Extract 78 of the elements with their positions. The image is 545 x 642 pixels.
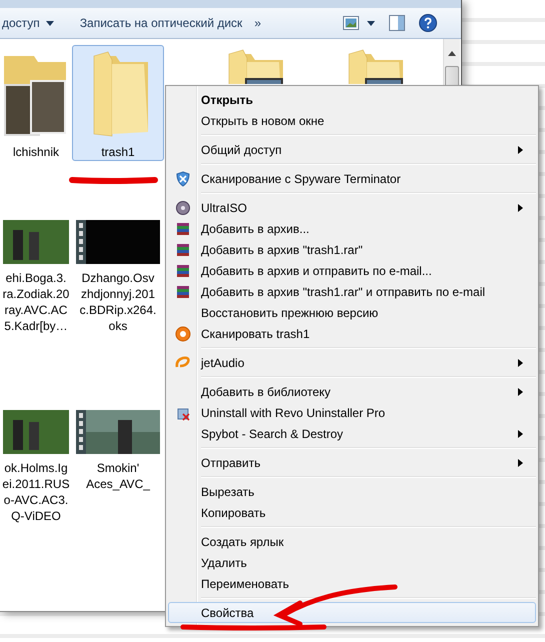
menu-item[interactable]: Свойства [168, 602, 536, 623]
disc-icon [175, 200, 191, 216]
stacked-books-icon [175, 220, 191, 236]
picture-icon [343, 16, 359, 30]
menu-item-label: Добавить в архив "trash1.rar" и отправить по e-mail [201, 284, 486, 298]
video-thumbnail-icon [76, 410, 160, 454]
menu-item[interactable]: Восстановить прежнюю версию [168, 302, 536, 323]
menu-item-label: Общий доступ [201, 142, 282, 156]
file-item[interactable]: Dzhango.Osv zhdjonnyj.201 c.BDRip.x264. oks [72, 215, 164, 335]
file-item[interactable]: Smokin' Aces_AVC_ [72, 405, 164, 493]
menu-item[interactable]: Добавить в библиотеку [168, 381, 536, 402]
help-icon[interactable] [419, 14, 437, 32]
stacked-books-icon [175, 284, 191, 300]
menu-item-label: Копировать [201, 506, 266, 520]
menu-item[interactable]: jetAudio [168, 352, 536, 373]
file-name: Dzhango.Osv zhdjonnyj.201 c.BDRip.x264. oks [80, 270, 156, 334]
menu-item[interactable]: Создать ярлык [168, 531, 536, 552]
menu-item-label: Сканировать trash1 [201, 326, 310, 340]
file-item[interactable]: ehi.Boga.3. ra.Zodiak.20 ray.AVC.AC 5.Kadr[by… [0, 215, 72, 335]
file-name: trash1 [101, 144, 135, 160]
menu-item[interactable]: Добавить в архив... [168, 218, 536, 239]
video-thumbnail-icon [76, 220, 160, 264]
file-name: lchishnik [12, 144, 60, 160]
file-name: ok.Holms.Ig ei.2011.RUS o-AVC.AC3. Q-ViDEO [2, 460, 70, 524]
overflow-button[interactable]: » [248, 13, 267, 33]
swirl-icon [175, 354, 191, 370]
menu-item[interactable]: Uninstall with Revo Uninstaller Pro [168, 402, 536, 423]
shield-icon [175, 170, 191, 186]
file-name: ehi.Boga.3. ra.Zodiak.20 ray.AVC.AC 5.Kadr[by… [2, 270, 70, 334]
menu-item-label: UltraISO [201, 200, 248, 214]
preview-pane-icon[interactable] [389, 15, 405, 31]
menu-item-label: Переименовать [201, 576, 289, 590]
toolbar-dropdown[interactable]: доступ [0, 13, 60, 33]
caret-icon [46, 20, 54, 26]
toolbar-button[interactable]: Записать на оптический диск [74, 13, 248, 33]
menu-item-label: jetAudio [201, 356, 244, 370]
menu-item-label: Свойства [201, 606, 254, 620]
menu-item-label: Открыть [201, 92, 254, 106]
file-item[interactable]: lchishnik [0, 45, 72, 161]
file-name: Smokin' Aces_AVC_ [86, 460, 150, 492]
menu-item[interactable]: Spybot - Search & Destroy [168, 423, 536, 444]
menu-item[interactable]: Добавить в архив "trash1.rar" [168, 239, 536, 260]
menu-item-label: Удалить [201, 556, 247, 570]
video-thumbnail-icon [3, 410, 69, 454]
caret-icon [367, 20, 375, 26]
file-item[interactable]: ok.Holms.Ig ei.2011.RUS o-AVC.AC3. Q-ViDEO [0, 405, 72, 525]
menu-item-label: Восстановить прежнюю версию [201, 306, 378, 320]
menu-item-label: Создать ярлык [201, 534, 284, 548]
menu-item[interactable]: Вырезать [168, 481, 536, 502]
menu-item-label: Добавить в архив... [201, 222, 310, 236]
menu-item[interactable]: Удалить [168, 552, 536, 573]
menu-item[interactable]: Добавить в архив "trash1.rar" и отправить по e-mail [168, 281, 536, 302]
menu-item-label: Uninstall with Revo Uninstaller Pro [201, 406, 386, 420]
view-button[interactable] [343, 16, 375, 30]
file-item[interactable]: trash1 [72, 45, 164, 161]
menu-item-label: Добавить в библиотеку [201, 384, 331, 398]
menu-item-label: Сканирование с Spyware Terminator [201, 172, 401, 186]
menu-item[interactable]: Общий доступ [168, 139, 536, 160]
menu-item[interactable]: Отправить [168, 452, 536, 473]
menu-item-label: Открыть в новом окне [201, 114, 324, 128]
menu-item[interactable]: Копировать [168, 502, 536, 523]
menu-item-label: Вырезать [201, 484, 254, 498]
circle-icon [175, 326, 191, 342]
stacked-books-icon [175, 242, 191, 258]
menu-item[interactable]: UltraISO [168, 197, 536, 218]
menu-item[interactable]: Добавить в архив и отправить по e-mail... [168, 260, 536, 281]
menu-item[interactable]: Сканирование с Spyware Terminator [168, 168, 536, 189]
menu-item[interactable]: Переименовать [168, 573, 536, 594]
menu-item-label: Отправить [201, 456, 261, 470]
menu-item-label: Spybot - Search & Destroy [201, 426, 344, 440]
scroll-up-icon[interactable] [448, 51, 456, 56]
menu-item-label: Добавить в архив и отправить по e-mail... [201, 264, 432, 278]
video-thumbnail-icon [3, 220, 69, 264]
menu-item[interactable]: Сканировать trash1 [168, 323, 536, 344]
stacked-books-icon [175, 262, 191, 278]
menu-item[interactable]: Открыть в новом окне [168, 110, 536, 131]
menu-item[interactable]: Открыть [168, 89, 536, 110]
menu-item-label: Добавить в архив "trash1.rar" [201, 242, 363, 256]
